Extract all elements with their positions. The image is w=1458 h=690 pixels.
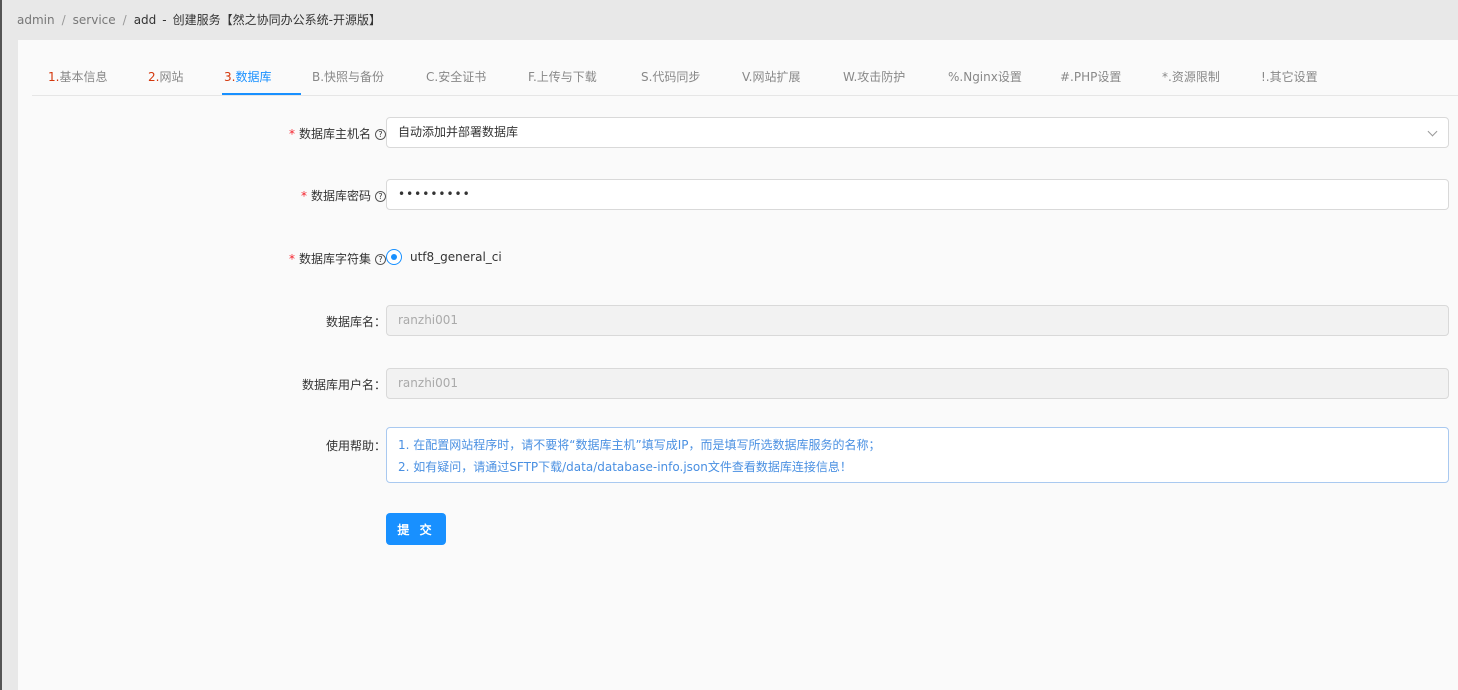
help-label: 使用帮助：	[325, 439, 386, 453]
chevron-down-icon	[1427, 126, 1438, 137]
page-title: 创建服务【然之协同办公系统-开源版】	[172, 13, 381, 27]
charset-radio-utf8[interactable]	[386, 249, 402, 265]
database-password-input[interactable]: •••••••••	[386, 179, 1449, 210]
tab-site-extension[interactable]: V.网站扩展	[742, 68, 800, 85]
main-card: 1.基本信息 2.网站 3.数据库 B.快照与备份 C.安全证书 F.上传与下载…	[18, 40, 1458, 690]
database-name-input: ranzhi001	[386, 305, 1449, 336]
tab-website[interactable]: 2.网站	[148, 68, 183, 85]
tab-code-sync[interactable]: S.代码同步	[641, 68, 700, 85]
password-label: * 数据库密码?	[301, 187, 386, 204]
active-tab-indicator	[222, 93, 301, 95]
help-circle-icon[interactable]: ?	[375, 129, 386, 140]
breadcrumb-dash: -	[162, 13, 167, 27]
help-alert: 1. 在配置网站程序时，请不要将“数据库主机”填写成IP，而是填写所选数据库服务…	[386, 427, 1449, 483]
window-edge	[0, 0, 2, 690]
help-line-1: 1. 在配置网站程序时，请不要将“数据库主机”填写成IP，而是填写所选数据库服务…	[398, 438, 881, 452]
breadcrumb-separator: /	[122, 13, 127, 27]
tab-attack-protection[interactable]: W.攻击防护	[843, 68, 905, 85]
help-circle-icon[interactable]: ?	[375, 254, 386, 265]
dbname-label: 数据库名：	[325, 315, 386, 329]
tab-database[interactable]: 3.数据库	[224, 68, 271, 85]
tab-resource-limits[interactable]: *.资源限制	[1162, 68, 1220, 85]
breadcrumb-service[interactable]: service	[73, 13, 116, 27]
host-label: * 数据库主机名?	[289, 125, 386, 142]
submit-button[interactable]: 提 交	[386, 513, 446, 545]
tab-other-settings[interactable]: !.其它设置	[1261, 68, 1318, 85]
breadcrumb-admin[interactable]: admin	[17, 13, 55, 27]
tab-php-settings[interactable]: #.PHP设置	[1060, 68, 1121, 85]
database-host-select[interactable]: 自动添加并部署数据库	[386, 117, 1449, 148]
database-user-input: ranzhi001	[386, 368, 1449, 399]
dbuser-label: 数据库用户名：	[301, 378, 386, 392]
tab-nginx-settings[interactable]: %.Nginx设置	[948, 68, 1022, 85]
breadcrumb: admin / service / add - 创建服务【然之协同办公系统-开源版】	[17, 11, 381, 28]
tab-bar: 1.基本信息 2.网站 3.数据库 B.快照与备份 C.安全证书 F.上传与下载…	[32, 40, 1458, 96]
charset-label: * 数据库字符集?	[289, 250, 386, 267]
help-circle-icon[interactable]: ?	[375, 191, 386, 202]
charset-option-label[interactable]: utf8_general_ci	[410, 250, 502, 264]
tab-snapshot-backup[interactable]: B.快照与备份	[312, 68, 384, 85]
tab-ssl-cert[interactable]: C.安全证书	[426, 68, 486, 85]
help-line-2: 2. 如有疑问，请通过SFTP下载/data/database-info.jso…	[398, 460, 852, 474]
breadcrumb-separator: /	[61, 13, 66, 27]
tab-basic-info[interactable]: 1.基本信息	[48, 68, 107, 85]
breadcrumb-add: add	[133, 13, 157, 27]
tab-upload-download[interactable]: F.上传与下载	[528, 68, 597, 85]
